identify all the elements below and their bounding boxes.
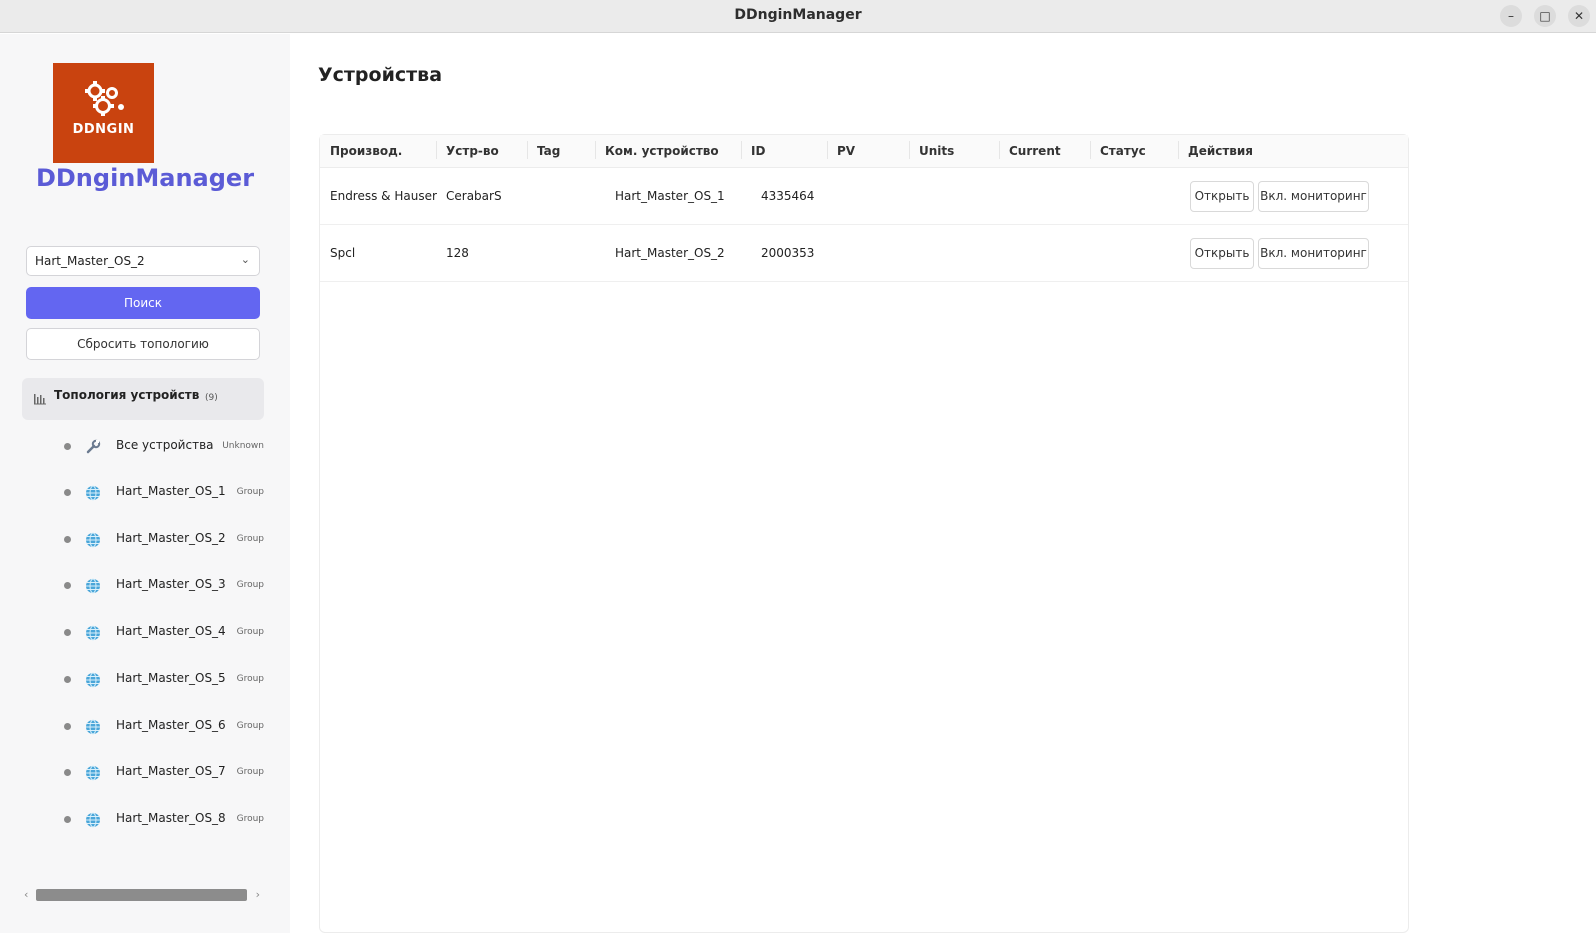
master-select[interactable]: Hart_Master_OS_2 ⌄ [26, 246, 260, 276]
column-header-com-device[interactable]: Ком. устройство [595, 141, 719, 166]
tree-item-label: Hart_Master_OS_2 [116, 531, 226, 545]
tree-item-label: Hart_Master_OS_7 [116, 764, 226, 778]
master-select-value: Hart_Master_OS_2 [35, 254, 145, 268]
cell-com-device: Hart_Master_OS_2 [615, 246, 725, 260]
globe-icon [86, 812, 100, 828]
tree-item-hart-master-os-1[interactable]: Hart_Master_OS_1 Group [12, 478, 276, 508]
column-header-tag[interactable]: Tag [527, 141, 560, 166]
table-row[interactable]: Spcl 128 Hart_Master_OS_2 2000353 Открыт… [320, 225, 1408, 282]
tree-item-label: Hart_Master_OS_1 [116, 484, 226, 498]
globe-icon [86, 532, 100, 548]
bullet-icon [64, 676, 71, 683]
devices-table: Производ. Устр-во Tag Ком. устройство ID… [319, 134, 1409, 933]
column-header-actions: Действия [1178, 141, 1253, 166]
tree-item-hart-master-os-3[interactable]: Hart_Master_OS_3 Group [12, 571, 276, 601]
globe-icon [86, 578, 100, 594]
tree-item-hart-master-os-5[interactable]: Hart_Master_OS_5 Group [12, 665, 276, 695]
globe-icon [86, 485, 100, 501]
bullet-icon [64, 769, 71, 776]
globe-icon [86, 625, 100, 641]
chevron-right-icon[interactable]: › [256, 888, 260, 901]
reset-topology-button[interactable]: Сбросить топологию [26, 328, 260, 360]
tree-horizontal-scrollbar[interactable]: ‹ › [22, 888, 262, 902]
gears-icon [85, 81, 124, 116]
chevron-left-icon[interactable]: ‹ [24, 888, 28, 901]
globe-icon [86, 672, 100, 688]
globe-icon [86, 765, 100, 781]
tree-item-all-devices[interactable]: Все устройства Unknown [12, 432, 276, 462]
tree-item-label: Hart_Master_OS_6 [116, 718, 226, 732]
globe-icon [86, 719, 100, 735]
topology-count: (9) [205, 393, 218, 403]
column-header-current[interactable]: Current [999, 141, 1061, 166]
open-button[interactable]: Открыть [1190, 181, 1254, 212]
column-header-device[interactable]: Устр-во [436, 141, 499, 166]
cell-manufacturer: Endress & Hauser [330, 189, 437, 203]
app-name: DDnginManager [35, 164, 255, 192]
bullet-icon [64, 536, 71, 543]
bullet-icon [64, 629, 71, 636]
wrench-icon [86, 439, 101, 454]
tree-item-label: Hart_Master_OS_3 [116, 577, 226, 591]
tree-item-type: Group [236, 580, 264, 590]
tree-item-hart-master-os-7[interactable]: Hart_Master_OS_7 Group [12, 758, 276, 788]
column-header-manufacturer[interactable]: Производ. [320, 144, 402, 166]
table-header: Производ. Устр-во Tag Ком. устройство ID… [320, 135, 1408, 168]
tree-item-hart-master-os-4[interactable]: Hart_Master_OS_4 Group [12, 618, 276, 648]
tree-item-hart-master-os-8[interactable]: Hart_Master_OS_8 Group [12, 805, 276, 835]
tree-item-type: Group [236, 674, 264, 684]
logo-text: DDNGIN [72, 122, 135, 137]
app-logo: DDNGIN [53, 63, 154, 163]
enable-monitoring-button[interactable]: Вкл. мониторинг [1258, 181, 1369, 212]
window-title: DDnginManager [734, 7, 862, 23]
page-title: Устройства [318, 64, 443, 86]
sidebar: DDNGIN DDnginManager Hart_Master_OS_2 ⌄ … [0, 34, 290, 933]
chevron-down-icon: ⌄ [240, 253, 250, 266]
tree-item-label: Все устройства [116, 438, 214, 452]
cell-id: 2000353 [761, 246, 815, 260]
column-header-id[interactable]: ID [741, 141, 765, 166]
tree-item-type: Group [236, 814, 264, 824]
maximize-button[interactable]: □ [1534, 5, 1556, 27]
topology-tree: Топология устройств (9) Все устройства U… [12, 370, 276, 950]
cell-id: 4335464 [761, 189, 815, 203]
column-header-units[interactable]: Units [909, 141, 954, 166]
topology-title: Топология устройств [54, 388, 200, 402]
tree-item-hart-master-os-2[interactable]: Hart_Master_OS_2 Group [12, 525, 276, 555]
enable-monitoring-button[interactable]: Вкл. мониторинг [1258, 238, 1369, 269]
tree-item-hart-master-os-6[interactable]: Hart_Master_OS_6 Group [12, 712, 276, 742]
topology-header[interactable]: Топология устройств (9) [22, 378, 264, 420]
cell-com-device: Hart_Master_OS_1 [615, 189, 725, 203]
cell-device: CerabarS [446, 189, 502, 203]
column-header-status[interactable]: Статус [1090, 141, 1146, 166]
bullet-icon [64, 816, 71, 823]
main-content: Устройства Производ. Устр-во Tag Ком. ус… [290, 34, 1596, 933]
table-row[interactable]: Endress & Hauser CerabarS Hart_Master_OS… [320, 168, 1408, 225]
open-button[interactable]: Открыть [1190, 238, 1254, 269]
bar-chart-icon [34, 394, 46, 405]
tree-item-type: Group [236, 534, 264, 544]
tree-item-type: Group [236, 487, 264, 497]
scrollbar-thumb[interactable] [36, 889, 247, 901]
bullet-icon [64, 582, 71, 589]
tree-item-label: Hart_Master_OS_8 [116, 811, 226, 825]
tree-item-label: Hart_Master_OS_5 [116, 671, 226, 685]
search-button[interactable]: Поиск [26, 287, 260, 319]
cell-device: 128 [446, 246, 469, 260]
tree-item-type: Group [236, 627, 264, 637]
close-button[interactable]: ✕ [1568, 5, 1590, 27]
bullet-icon [64, 443, 71, 450]
tree-item-label: Hart_Master_OS_4 [116, 624, 226, 638]
bullet-icon [64, 489, 71, 496]
column-header-pv[interactable]: PV [827, 141, 855, 166]
cell-manufacturer: Spcl [330, 246, 356, 260]
title-bar: DDnginManager – □ ✕ [0, 0, 1596, 33]
bullet-icon [64, 723, 71, 730]
minimize-button[interactable]: – [1500, 5, 1522, 27]
tree-item-type: Group [236, 721, 264, 731]
tree-item-type: Unknown [222, 441, 264, 451]
tree-item-type: Group [236, 767, 264, 777]
